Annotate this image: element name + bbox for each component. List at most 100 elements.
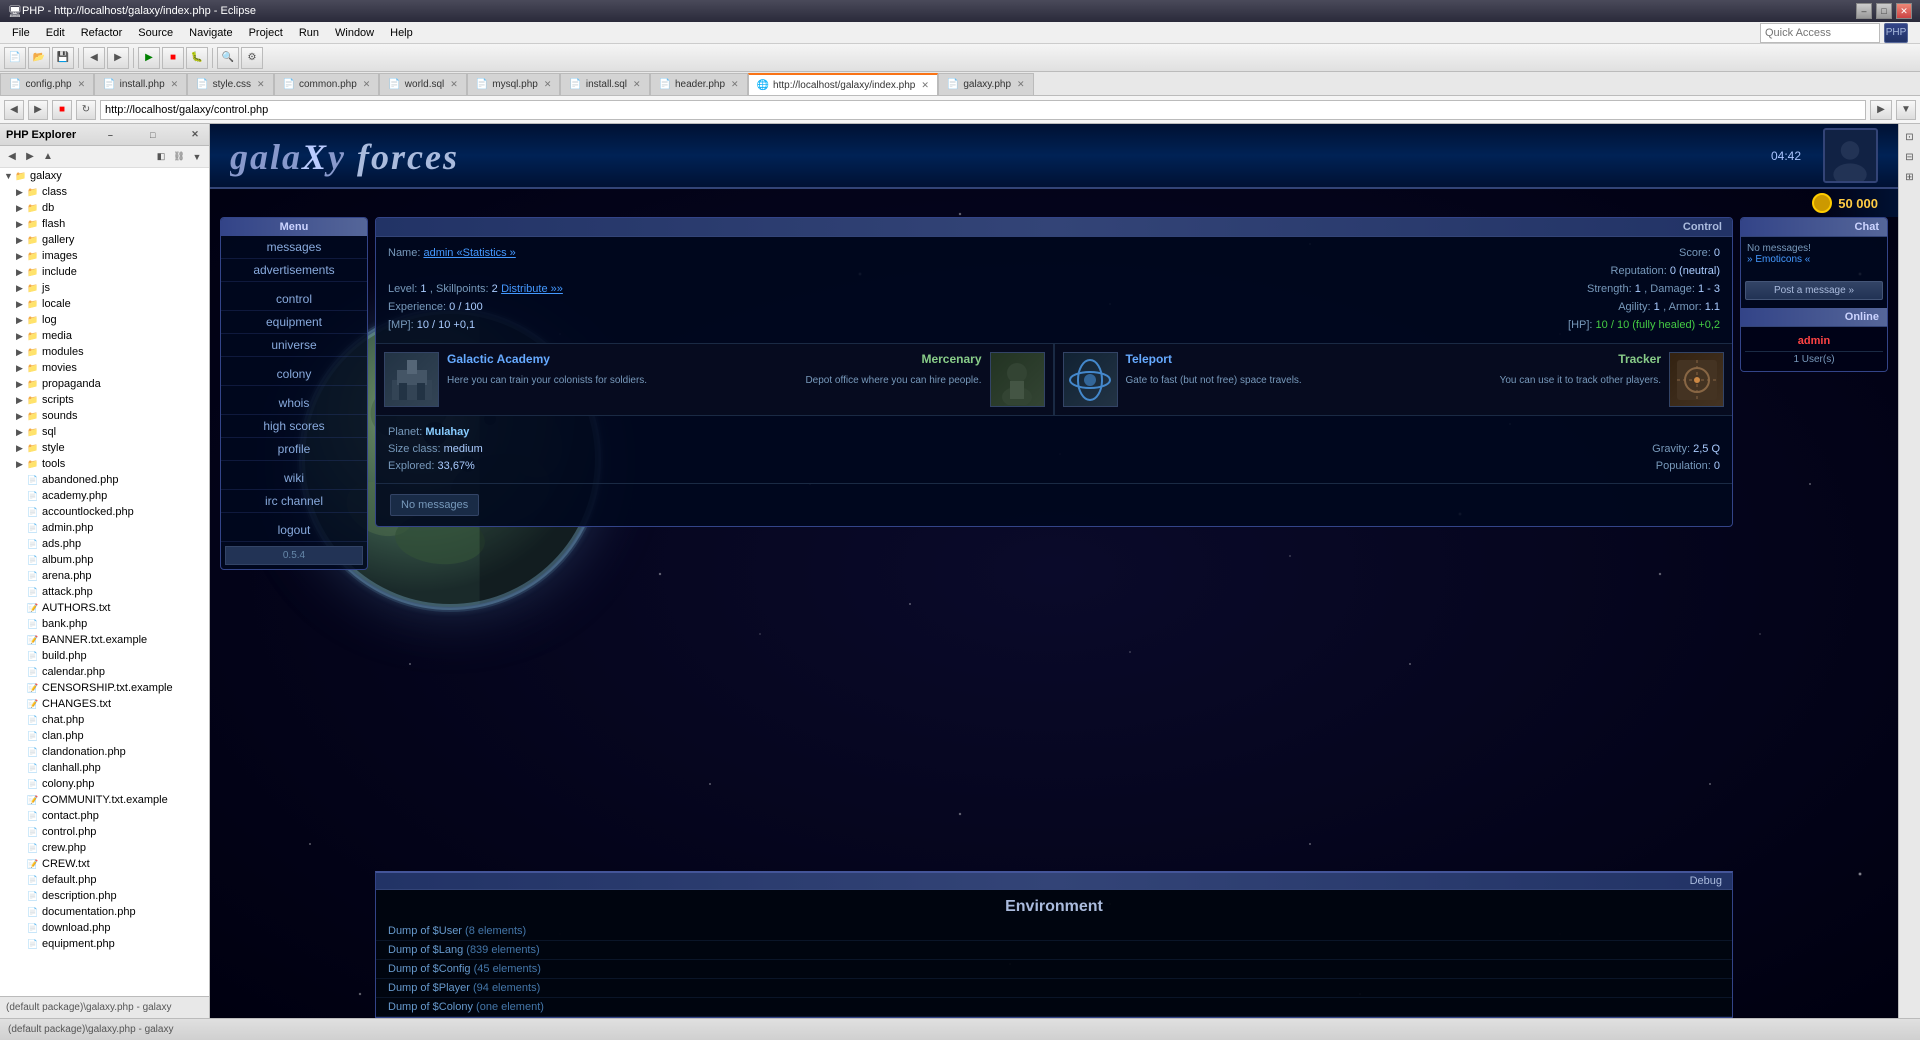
tree-folder-flash[interactable]: ▶ 📁 flash [0, 216, 209, 232]
menu-project[interactable]: Project [241, 25, 291, 41]
run-button[interactable]: ▶ [138, 47, 160, 69]
tree-file-default[interactable]: 📄 default.php [0, 872, 209, 888]
tree-folder-locale[interactable]: ▶ 📁 locale [0, 296, 209, 312]
action-card-academy[interactable]: Galactic Academy Mercenary Here you can … [376, 344, 1054, 415]
chat-emoticons-link[interactable]: » Emoticons « [1747, 254, 1881, 265]
stop-button[interactable]: ■ [162, 47, 184, 69]
tab-index-close[interactable]: ✕ [921, 80, 929, 91]
action-title-academy[interactable]: Galactic Academy [447, 352, 550, 366]
explorer-link-button[interactable]: ⛓ [171, 149, 187, 165]
tree-folder-class[interactable]: ▶ 📁 class [0, 184, 209, 200]
tree-folder-style[interactable]: ▶ 📁 style [0, 440, 209, 456]
tree-file-album[interactable]: 📄 album.php [0, 552, 209, 568]
tree-folder-tools[interactable]: ▶ 📁 tools [0, 456, 209, 472]
tree-file-bank[interactable]: 📄 bank.php [0, 616, 209, 632]
menu-item-whois[interactable]: whois [221, 392, 367, 415]
tab-header-close[interactable]: ✕ [731, 79, 739, 90]
tree-file-clandonation[interactable]: 📄 clandonation.php [0, 744, 209, 760]
tab-config[interactable]: 📄 config.php ✕ [0, 73, 94, 95]
addr-back-button[interactable]: ◀ [4, 100, 24, 120]
tab-world[interactable]: 📄 world.sql ✕ [379, 73, 466, 95]
menu-run[interactable]: Run [291, 25, 327, 41]
action-title-mercenary[interactable]: Mercenary [921, 352, 981, 370]
menu-item-equipment[interactable]: equipment [221, 311, 367, 334]
explorer-back-button[interactable]: ◀ [4, 149, 20, 165]
tree-folder-db[interactable]: ▶ 📁 db [0, 200, 209, 216]
tab-galaxy[interactable]: 📄 galaxy.php ✕ [938, 73, 1034, 95]
tree-folder-sql[interactable]: ▶ 📁 sql [0, 424, 209, 440]
online-user-admin[interactable]: admin [1745, 331, 1883, 351]
tree-root-galaxy[interactable]: ▼ 📁 galaxy [0, 168, 209, 184]
tab-world-close[interactable]: ✕ [450, 79, 458, 90]
tree-folder-sounds[interactable]: ▶ 📁 sounds [0, 408, 209, 424]
settings-button[interactable]: ⚙ [241, 47, 263, 69]
tree-file-build[interactable]: 📄 build.php [0, 648, 209, 664]
menu-item-highscores[interactable]: high scores [221, 415, 367, 438]
tree-file-crew[interactable]: 📄 crew.php [0, 840, 209, 856]
explorer-close[interactable]: ✕ [187, 127, 203, 143]
menu-item-control[interactable]: control [221, 288, 367, 311]
menu-item-advertisements[interactable]: advertisements [221, 259, 367, 282]
debug-item-lang[interactable]: Dump of $Lang (839 elements) [376, 941, 1732, 960]
tree-file-admin[interactable]: 📄 admin.php [0, 520, 209, 536]
debug-item-colony[interactable]: Dump of $Colony (one element) [376, 998, 1732, 1017]
action-title-teleport[interactable]: Teleport [1126, 352, 1172, 366]
debug-item-user[interactable]: Dump of $User (8 elements) [376, 922, 1732, 941]
tree-folder-modules[interactable]: ▶ 📁 modules [0, 344, 209, 360]
menu-item-profile[interactable]: profile [221, 438, 367, 461]
menu-source[interactable]: Source [130, 25, 181, 41]
tree-file-ads[interactable]: 📄 ads.php [0, 536, 209, 552]
explorer-menu-button[interactable]: ▼ [189, 149, 205, 165]
sidebar-btn-3[interactable]: ⊞ [1901, 168, 1919, 186]
tab-galaxy-close[interactable]: ✕ [1017, 79, 1025, 90]
tab-mysql-close[interactable]: ✕ [544, 79, 552, 90]
stat-name-value[interactable]: admin «Statistics » [423, 247, 515, 259]
tab-index[interactable]: 🌐 http://localhost/galaxy/index.php ✕ [748, 73, 938, 95]
minimize-button[interactable]: – [1856, 3, 1872, 19]
tree-file-clanhall[interactable]: 📄 clanhall.php [0, 760, 209, 776]
explorer-collapse-button[interactable]: ◧ [153, 149, 169, 165]
tree-folder-propaganda[interactable]: ▶ 📁 propaganda [0, 376, 209, 392]
new-button[interactable]: 📄 [4, 47, 26, 69]
explorer-minimize[interactable]: – [102, 127, 118, 143]
menu-item-irc[interactable]: irc channel [221, 490, 367, 513]
post-message-button[interactable]: Post a message » [1745, 281, 1883, 300]
tree-file-calendar[interactable]: 📄 calendar.php [0, 664, 209, 680]
tree-folder-scripts[interactable]: ▶ 📁 scripts [0, 392, 209, 408]
addr-go-button[interactable]: ▶ [1870, 100, 1892, 120]
tree-folder-include[interactable]: ▶ 📁 include [0, 264, 209, 280]
tab-install-sql[interactable]: 📄 install.sql ✕ [560, 73, 649, 95]
tab-install-close[interactable]: ✕ [171, 79, 179, 90]
search-button[interactable]: 🔍 [217, 47, 239, 69]
stat-distribute-link[interactable]: Distribute »» [501, 283, 563, 295]
tree-file-contact[interactable]: 📄 contact.php [0, 808, 209, 824]
tab-mysql[interactable]: 📄 mysql.php ✕ [467, 73, 561, 95]
maximize-button[interactable]: □ [1876, 3, 1892, 19]
tree-folder-images[interactable]: ▶ 📁 images [0, 248, 209, 264]
tree-file-attack[interactable]: 📄 attack.php [0, 584, 209, 600]
tree-file-censorship[interactable]: 📝 CENSORSHIP.txt.example [0, 680, 209, 696]
forward-button[interactable]: ▶ [107, 47, 129, 69]
debug-item-config[interactable]: Dump of $Config (45 elements) [376, 960, 1732, 979]
quick-access-input[interactable] [1760, 23, 1880, 43]
menu-window[interactable]: Window [327, 25, 382, 41]
tab-style[interactable]: 📄 style.css ✕ [187, 73, 273, 95]
menu-item-colony[interactable]: colony [221, 363, 367, 386]
emoticons-link[interactable]: » Emoticons « [1747, 254, 1810, 265]
tree-folder-gallery[interactable]: ▶ 📁 gallery [0, 232, 209, 248]
save-button[interactable]: 💾 [52, 47, 74, 69]
debug-item-player[interactable]: Dump of $Player (94 elements) [376, 979, 1732, 998]
tree-file-authors[interactable]: 📝 AUTHORS.txt [0, 600, 209, 616]
menu-item-logout[interactable]: logout [221, 519, 367, 542]
tree-file-control[interactable]: 📄 control.php [0, 824, 209, 840]
tab-install[interactable]: 📄 install.php ✕ [94, 73, 187, 95]
tree-folder-media[interactable]: ▶ 📁 media [0, 328, 209, 344]
no-messages-button[interactable]: No messages [390, 494, 479, 516]
tree-file-accountlocked[interactable]: 📄 accountlocked.php [0, 504, 209, 520]
menu-file[interactable]: File [4, 25, 38, 41]
back-button[interactable]: ◀ [83, 47, 105, 69]
debug-button[interactable]: 🐛 [186, 47, 208, 69]
tab-style-close[interactable]: ✕ [257, 79, 265, 90]
tree-file-community[interactable]: 📝 COMMUNITY.txt.example [0, 792, 209, 808]
addr-forward-button[interactable]: ▶ [28, 100, 48, 120]
